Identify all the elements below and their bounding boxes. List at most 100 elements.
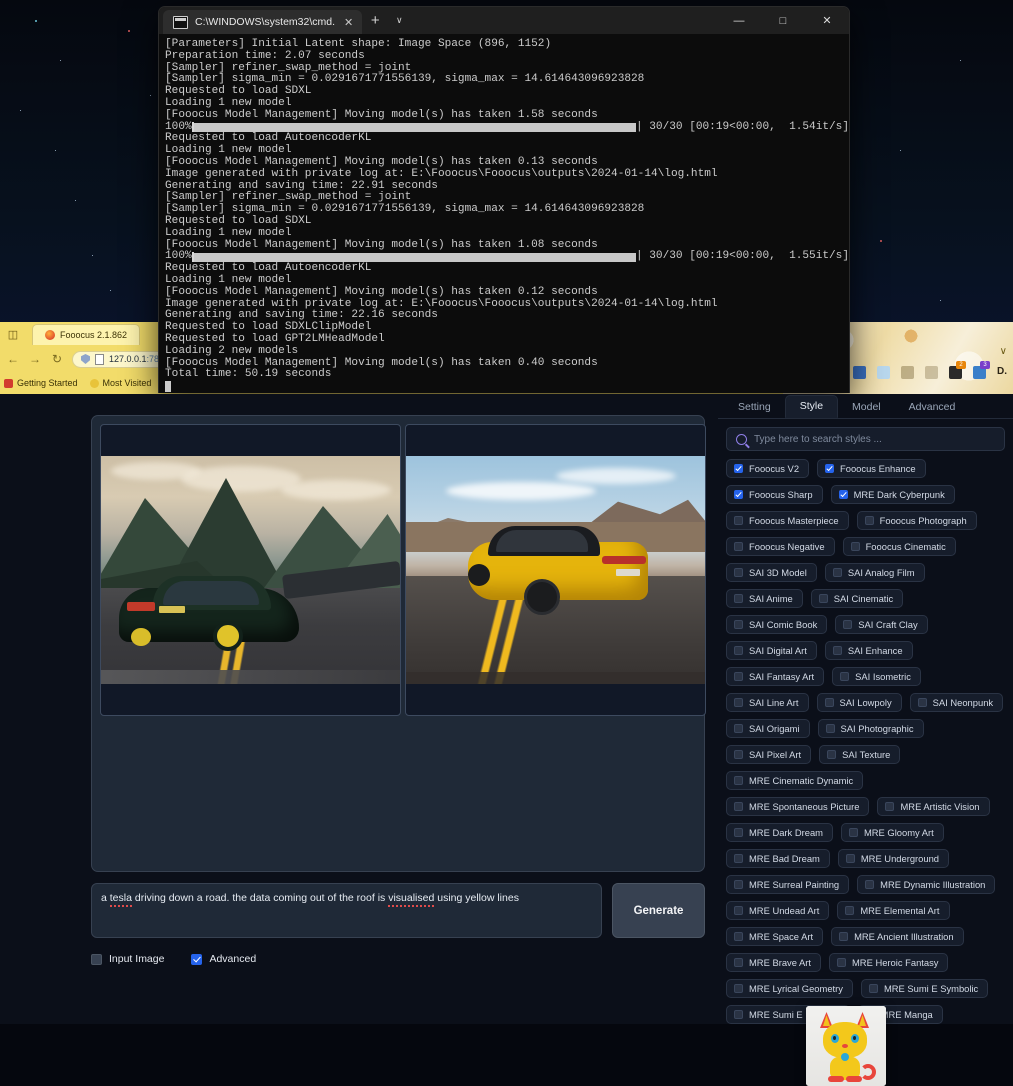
style-checkbox[interactable]: [734, 464, 743, 473]
style-checkbox[interactable]: [734, 672, 743, 681]
style-checkbox[interactable]: [827, 750, 837, 759]
tab-setting[interactable]: Setting: [724, 397, 785, 418]
style-chip-sai-cinematic[interactable]: SAI Cinematic: [810, 589, 904, 608]
style-chip-mre-ancient-illustration[interactable]: MRE Ancient Illustration: [831, 927, 964, 946]
style-checkbox[interactable]: [839, 932, 849, 941]
style-checkbox[interactable]: [734, 906, 743, 915]
style-checkbox[interactable]: [734, 594, 743, 603]
page-info-icon[interactable]: [95, 353, 104, 365]
style-chip-sai-enhance[interactable]: SAI Enhance: [824, 641, 913, 660]
style-checkbox[interactable]: [837, 958, 846, 967]
checkbox-input-image[interactable]: Input Image: [91, 953, 164, 965]
style-checkbox[interactable]: [734, 724, 743, 733]
style-checkbox[interactable]: [734, 620, 743, 629]
style-checkbox[interactable]: [734, 854, 743, 863]
cmd-output[interactable]: [Parameters] Initial Latent shape: Image…: [159, 34, 849, 393]
chevron-down-icon[interactable]: ∨: [388, 7, 410, 34]
style-checkbox[interactable]: [845, 906, 855, 915]
style-search-input[interactable]: Type here to search styles ...: [726, 427, 1005, 451]
style-checkbox[interactable]: [843, 620, 853, 629]
extension-icon-2[interactable]: 3: [973, 361, 990, 379]
style-checkbox[interactable]: [734, 984, 743, 993]
checkbox-box[interactable]: [191, 953, 203, 965]
style-checkbox[interactable]: [734, 568, 743, 577]
style-chip-mre-elemental-art[interactable]: MRE Elemental Art: [837, 901, 950, 920]
generate-button[interactable]: Generate: [612, 883, 705, 938]
style-checkbox[interactable]: [825, 724, 835, 733]
style-chip-sai-comic-book[interactable]: SAI Comic Book: [726, 615, 828, 634]
style-chip-fooocus-masterpiece[interactable]: Fooocus Masterpiece: [726, 511, 849, 530]
gallery-image-2[interactable]: [405, 424, 706, 716]
style-checkbox[interactable]: [885, 802, 895, 811]
style-chip-mre-dark-cyberpunk[interactable]: MRE Dark Cyberpunk: [830, 485, 955, 504]
firefox-tab-fooocus[interactable]: Fooocus 2.1.862: [32, 323, 141, 345]
image-gallery[interactable]: [91, 415, 706, 872]
account-icon[interactable]: D.: [997, 366, 1007, 379]
maximize-button[interactable]: □: [761, 7, 805, 34]
gallery-image-1[interactable]: [100, 424, 401, 716]
style-chip-sai-anime[interactable]: SAI Anime: [726, 589, 803, 608]
forward-icon[interactable]: →: [28, 352, 42, 366]
style-checkbox[interactable]: [734, 880, 743, 889]
style-checkbox[interactable]: [734, 958, 743, 967]
style-checkbox[interactable]: [734, 932, 743, 941]
style-checkbox[interactable]: [734, 776, 743, 785]
style-chip-fooocus-photograph[interactable]: Fooocus Photograph: [856, 511, 977, 530]
style-chip-mre-undead-art[interactable]: MRE Undead Art: [726, 901, 830, 920]
style-checkbox[interactable]: [832, 646, 842, 655]
firefox-app-menu-icon[interactable]: ◫: [0, 328, 26, 341]
style-checkbox[interactable]: [848, 828, 858, 837]
style-chip-mre-underground[interactable]: MRE Underground: [837, 849, 950, 868]
style-chip-mre-dynamic-illustration[interactable]: MRE Dynamic Illustration: [857, 875, 996, 894]
style-chip-mre-gloomy-art[interactable]: MRE Gloomy Art: [840, 823, 944, 842]
tab-advanced[interactable]: Advanced: [895, 397, 970, 418]
tab-model[interactable]: Model: [838, 397, 895, 418]
style-checkbox[interactable]: [734, 828, 743, 837]
style-checkbox[interactable]: [734, 750, 743, 759]
bookmark-most-visited[interactable]: Most Visited: [89, 378, 151, 388]
style-chip-mre-sumi-e-symbolic[interactable]: MRE Sumi E Symbolic: [860, 979, 989, 998]
style-checkbox[interactable]: [865, 880, 875, 889]
style-checkbox[interactable]: [917, 698, 927, 707]
style-chip-sai-origami[interactable]: SAI Origami: [726, 719, 810, 738]
style-chip-fooocus-sharp[interactable]: Fooocus Sharp: [726, 485, 823, 504]
style-checkbox[interactable]: [825, 464, 835, 473]
checkbox-advanced[interactable]: Advanced: [191, 953, 256, 965]
sync-icon[interactable]: [877, 366, 890, 379]
pocket-icon[interactable]: [925, 366, 938, 379]
style-checkbox[interactable]: [868, 984, 878, 993]
style-chip-sai-neonpunk[interactable]: SAI Neonpunk: [909, 693, 1004, 712]
style-checkbox[interactable]: [734, 646, 743, 655]
style-checkbox[interactable]: [734, 516, 743, 525]
style-checkbox[interactable]: [734, 1010, 743, 1019]
style-chip-mre-artistic-vision[interactable]: MRE Artistic Vision: [877, 797, 990, 816]
new-tab-icon[interactable]: +: [362, 7, 388, 34]
style-checkbox[interactable]: [734, 490, 743, 499]
style-chip-sai-texture[interactable]: SAI Texture: [819, 745, 901, 764]
style-chip-mre-brave-art[interactable]: MRE Brave Art: [726, 953, 821, 972]
style-chip-fooocus-enhance[interactable]: Fooocus Enhance: [817, 459, 926, 478]
style-chip-sai-isometric[interactable]: SAI Isometric: [832, 667, 921, 686]
style-chip-mre-cinematic-dynamic[interactable]: MRE Cinematic Dynamic: [726, 771, 864, 790]
style-chip-fooocus-v2[interactable]: Fooocus V2: [726, 459, 810, 478]
style-chip-sai-3d-model[interactable]: SAI 3D Model: [726, 563, 817, 582]
style-chip-sai-fantasy-art[interactable]: SAI Fantasy Art: [726, 667, 825, 686]
style-chip-sai-photographic[interactable]: SAI Photographic: [817, 719, 924, 738]
style-checkbox[interactable]: [832, 568, 842, 577]
style-chip-mre-space-art[interactable]: MRE Space Art: [726, 927, 824, 946]
reload-icon[interactable]: ↻: [50, 352, 64, 366]
extension-icon-1[interactable]: 2: [949, 361, 966, 379]
style-checkbox[interactable]: [734, 542, 743, 551]
command-prompt-window[interactable]: C:\WINDOWS\system32\cmd. ✕ + ∨ — □ ✕ [Pa…: [158, 6, 850, 393]
style-chip-mre-surreal-painting[interactable]: MRE Surreal Painting: [726, 875, 850, 894]
back-icon[interactable]: ←: [6, 352, 20, 366]
download-icon[interactable]: [901, 366, 914, 379]
style-chip-mre-bad-dream[interactable]: MRE Bad Dream: [726, 849, 830, 868]
minimize-button[interactable]: —: [717, 7, 761, 34]
style-chip-mre-spontaneous-picture[interactable]: MRE Spontaneous Picture: [726, 797, 870, 816]
style-chip-mre-heroic-fantasy[interactable]: MRE Heroic Fantasy: [829, 953, 949, 972]
style-checkbox[interactable]: [864, 516, 874, 525]
style-chip-sai-analog-film[interactable]: SAI Analog Film: [824, 563, 925, 582]
tab-style[interactable]: Style: [784, 395, 839, 418]
bookmark-getting-started[interactable]: Getting Started: [4, 378, 78, 388]
